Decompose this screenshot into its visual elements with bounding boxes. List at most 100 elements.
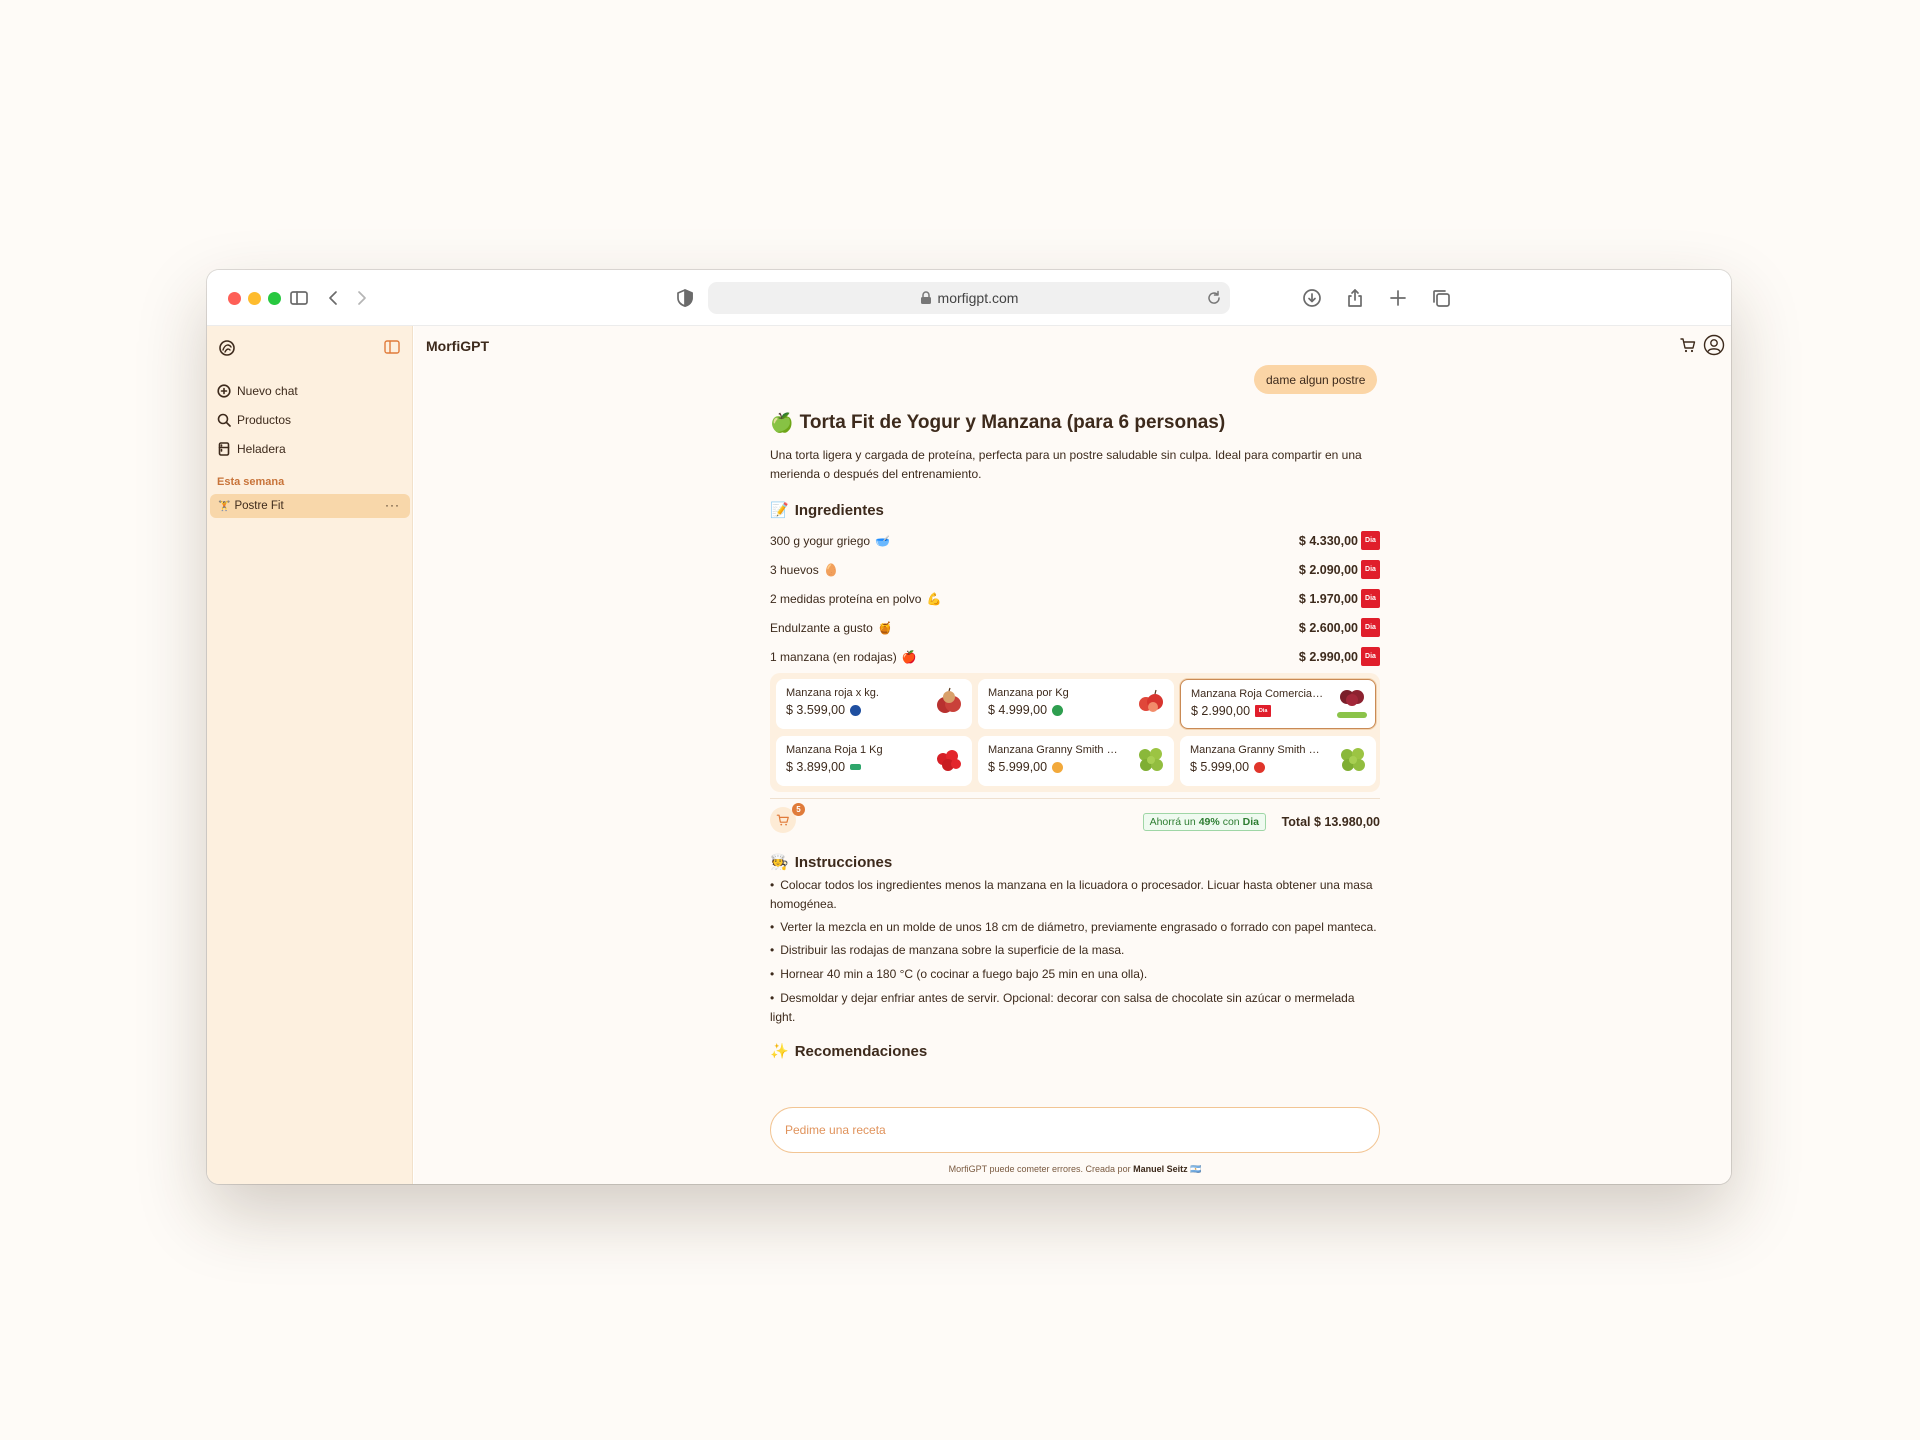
red-apple-icon: 🍎 — [901, 649, 917, 664]
argentina-flag-icon: 🇦🇷 — [1190, 1164, 1202, 1174]
footer-author[interactable]: Manuel Seitz — [1133, 1164, 1188, 1174]
apple-product-image — [937, 750, 961, 771]
collapse-sidebar-icon[interactable] — [383, 338, 401, 356]
cart-icon — [776, 814, 789, 826]
cook-icon: 🧑‍🍳 — [770, 854, 789, 871]
ingredients-list: 300 g yogur griego 🥣 $ 4.330,00 Dia 3 huev… — [770, 526, 1380, 671]
app-title: MorfiGPT — [426, 338, 489, 354]
green-apple-product-image — [1139, 748, 1163, 771]
footer-disclaimer: MorfiGPT puede cometer errores. Creada p… — [770, 1164, 1380, 1175]
sidebar-item-heladera[interactable]: Heladera — [217, 434, 407, 463]
user-account-icon[interactable] — [1703, 334, 1725, 356]
recipe-intro: Una torta ligera y cargada de proteína, … — [770, 448, 1362, 481]
ingredient-row[interactable]: 1 manzana (en rodajas) 🍎 $ 2.990,00 Dia — [770, 642, 1380, 671]
store-logo-icon — [1052, 704, 1064, 716]
ingredient-price: $ 2.090,00 — [1298, 562, 1358, 577]
dia-store-icon: Dia — [1361, 531, 1380, 550]
product-card[interactable]: Manzana Roja 1 Kg $ 3.899,00 — [776, 736, 972, 786]
sidebar-toggle-icon[interactable] — [287, 286, 311, 310]
lock-icon — [920, 291, 931, 304]
product-price: $ 3.899,00 — [786, 760, 846, 774]
instructions-list: Colocar todos los ingredientes menos la … — [770, 876, 1380, 1027]
fridge-icon — [218, 441, 230, 456]
minimize-window-button[interactable] — [248, 292, 261, 305]
ingredient-name: 1 manzana (en rodajas) — [770, 649, 897, 664]
honey-pot-icon: 🍯 — [877, 620, 893, 635]
product-alternatives: Manzana roja x kg. $ 3.599,00 Manzana po… — [770, 673, 1380, 792]
forward-icon[interactable] — [349, 286, 373, 310]
savings-store: Dia — [1242, 816, 1259, 828]
savings-prefix: Ahorrá un — [1149, 816, 1196, 828]
sidebar-item-label: Productos — [237, 412, 292, 427]
product-name: Manzana Roja 1 Kg — [786, 744, 883, 756]
ingredient-name: Endulzante a gusto — [770, 620, 873, 635]
savings-mid: con — [1222, 816, 1240, 828]
privacy-shield-icon[interactable] — [673, 286, 697, 310]
tab-overview-icon[interactable] — [1429, 286, 1453, 310]
downloads-icon[interactable] — [1300, 286, 1324, 310]
recommendations-heading: ✨ Recomendaciones — [770, 1039, 1380, 1063]
carrefour-store-icon — [850, 704, 862, 716]
ingredient-name: 2 medidas proteína en polvo — [770, 591, 922, 606]
zoom-window-button[interactable] — [268, 292, 281, 305]
instructions-heading-text: Instrucciones — [794, 853, 893, 871]
product-card[interactable]: Manzana Granny Smith po... $ 5.999,00 — [978, 736, 1174, 786]
ingredient-row[interactable]: 3 huevos 🥚 $ 2.090,00 Dia — [770, 555, 1380, 584]
product-name: Manzana Granny Smith po... — [1190, 744, 1324, 756]
instruction-item: Verter la mezcla en un molde de unos 18 … — [770, 918, 1380, 937]
product-card[interactable]: Manzana Granny Smith po... $ 5.999,00 — [1180, 736, 1376, 786]
share-icon[interactable] — [1343, 286, 1367, 310]
savings-badge: Ahorrá un 49% con Dia — [1142, 813, 1266, 831]
chat-options-icon[interactable]: ··· — [385, 498, 400, 512]
assistant-message: 🍏 Torta Fit de Yogur y Manzana (para 6 p… — [770, 408, 1380, 1063]
reload-icon[interactable] — [1206, 290, 1222, 306]
ingredient-row[interactable]: 300 g yogur griego 🥣 $ 4.330,00 Dia — [770, 526, 1380, 555]
product-card[interactable]: Manzana por Kg $ 4.999,00 — [978, 679, 1174, 729]
store-logo-icon — [1254, 761, 1266, 773]
chat-item-label: Postre Fit — [234, 500, 284, 512]
main-panel: MorfiGPT dame algun postre 🍏 Torta Fit d… — [414, 326, 1731, 1184]
apple-product-image — [1139, 689, 1163, 712]
dia-store-icon: Dia — [1255, 705, 1272, 717]
sidebar-item-label: Heladera — [237, 441, 286, 456]
cart-count-badge: 5 — [792, 803, 805, 816]
ingredients-heading: 📝 Ingredientes — [770, 498, 1380, 522]
weightlifter-icon: 🏋 — [218, 500, 231, 512]
instructions-heading: 🧑‍🍳 Instrucciones — [770, 850, 1380, 874]
close-window-button[interactable] — [228, 292, 241, 305]
product-price: $ 3.599,00 — [786, 703, 846, 717]
instruction-item: Distribuir las rodajas de manzana sobre … — [770, 941, 1380, 960]
store-logo-icon — [1052, 761, 1064, 773]
dia-store-icon: Dia — [1361, 560, 1380, 579]
chat-input[interactable]: Pedime una receta — [770, 1107, 1380, 1153]
sidebar-item-nuevo-chat[interactable]: Nuevo chat — [217, 376, 407, 405]
flexed-biceps-icon: 💪 — [926, 591, 942, 606]
footer-text: MorfiGPT puede cometer errores. Creada p… — [948, 1164, 1131, 1174]
sidebar: Nuevo chat Productos Heladera Esta seman… — [207, 326, 413, 1184]
store-logo-icon — [850, 764, 862, 770]
sidebar-item-productos[interactable]: Productos — [217, 405, 407, 434]
egg-icon: 🥚 — [823, 562, 839, 577]
chat-item-postre-fit[interactable]: 🏋 Postre Fit ··· — [210, 494, 410, 518]
browser-toolbar: morfigpt.com — [207, 270, 1731, 326]
ingredient-row[interactable]: 2 medidas proteína en polvo 💪 $ 1.970,00 D… — [770, 584, 1380, 613]
product-name: Manzana por Kg — [988, 687, 1069, 699]
new-tab-icon[interactable] — [1386, 286, 1410, 310]
ingredient-name: 3 huevos — [770, 562, 819, 577]
ingredient-row[interactable]: Endulzante a gusto 🍯 $ 2.600,00 Dia — [770, 613, 1380, 642]
recommendations-heading-text: Recomendaciones — [794, 1042, 928, 1060]
sidebar-section-label: Esta semana — [217, 476, 285, 488]
cart-icon[interactable] — [1679, 336, 1697, 354]
product-card[interactable]: Manzana roja x kg. $ 3.599,00 — [776, 679, 972, 729]
user-message-bubble: dame algun postre — [1254, 365, 1378, 394]
apple-product-image — [1340, 690, 1364, 706]
product-card-selected[interactable]: Manzana Roja Comercial e... $ 2.990,00 Di… — [1180, 679, 1376, 729]
product-name: Manzana Roja Comercial e... — [1191, 688, 1325, 700]
recipe-title: 🍏 Torta Fit de Yogur y Manzana (para 6 p… — [770, 408, 1380, 438]
address-bar[interactable]: morfigpt.com — [708, 282, 1230, 314]
back-icon[interactable] — [322, 286, 346, 310]
morfigpt-logo-icon[interactable] — [217, 338, 237, 358]
new-chat-icon — [217, 383, 231, 398]
product-price: $ 5.999,00 — [988, 760, 1048, 774]
sidebar-item-label: Nuevo chat — [237, 383, 298, 398]
